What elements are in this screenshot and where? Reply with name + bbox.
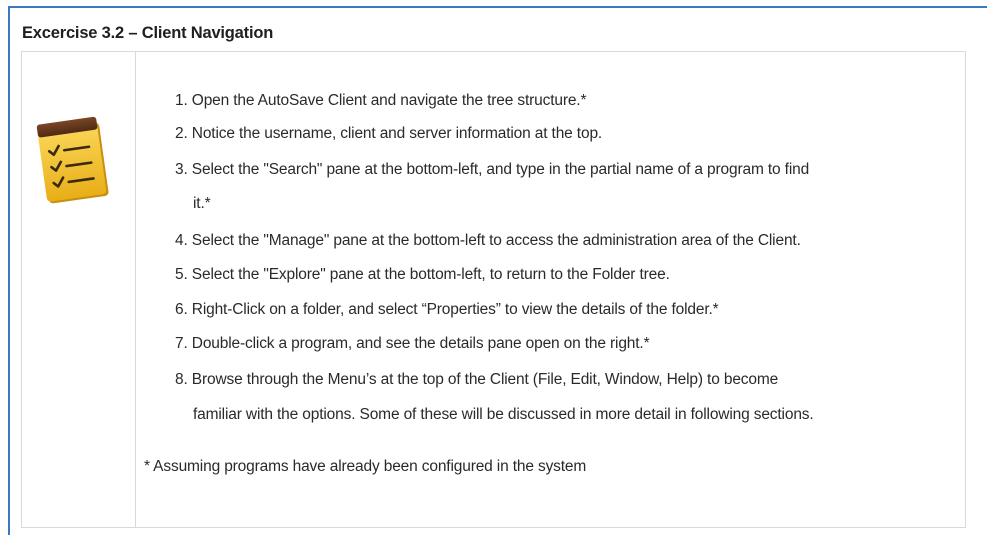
step-7: 7. Double-click a program, and see the d… <box>175 335 650 352</box>
step-3-continued: it.* <box>193 195 211 212</box>
step-6: 6. Right-Click on a folder, and select “… <box>175 301 719 318</box>
footnote: * Assuming programs have already been co… <box>144 458 587 475</box>
step-5: 5. Select the "Explore" pane at the bott… <box>175 266 670 283</box>
step-2: 2. Notice the username, client and serve… <box>175 125 603 142</box>
exercise-heading: Excercise 3.2 – Client Navigation <box>22 24 274 42</box>
step-8: 8. Browse through the Menu’s at the top … <box>175 371 779 388</box>
step-1: 1. Open the AutoSave Client and navigate… <box>175 92 587 109</box>
exercise-box: 1. Open the AutoSave Client and navigate… <box>21 51 966 528</box>
step-8-continued: familiar with the options. Some of these… <box>193 406 814 423</box>
step-4: 4. Select the "Manage" pane at the botto… <box>175 232 801 249</box>
step-3: 3. Select the "Search" pane at the botto… <box>175 161 810 178</box>
steps-list: 1. Open the AutoSave Client and navigate… <box>22 52 965 527</box>
